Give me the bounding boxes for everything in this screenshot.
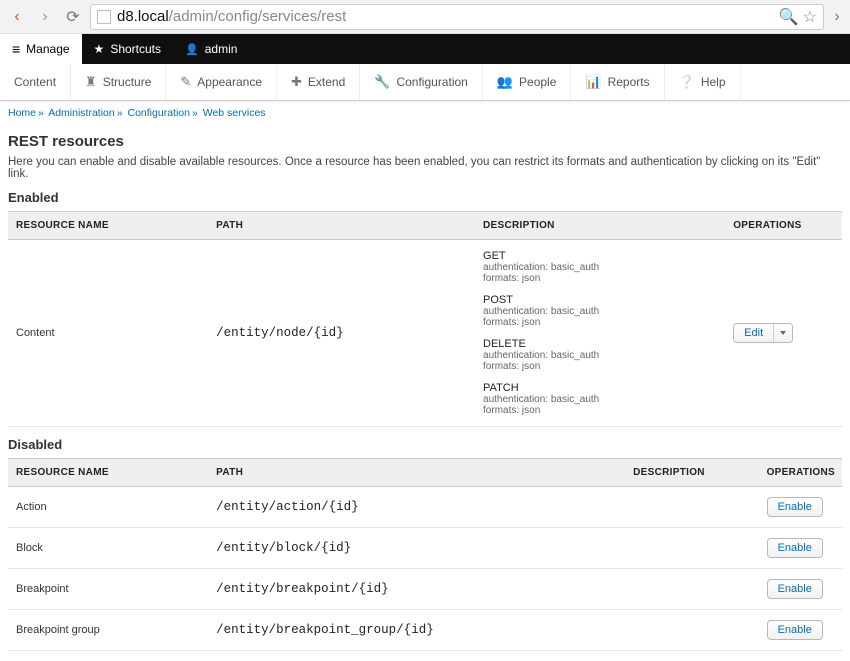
reports-icon: 📊 [585,74,601,90]
user-icon [185,42,199,56]
menu-content[interactable]: Content [0,64,71,100]
col-desc: DESCRIPTION [625,459,758,487]
resource-description: GET authentication: basic_auth formats: … [475,240,725,427]
edit-split-button: Edit [733,323,793,343]
enabled-table: RESOURCE NAME PATH DESCRIPTION OPERATION… [8,211,842,427]
resource-name: Block [8,528,208,569]
table-row: Block /entity/block/{id} Enable [8,528,842,569]
table-row: Content /entity/node/{id} GET authentica… [8,240,842,427]
method-verb: POST [483,294,717,306]
page-title: REST resources [8,133,842,150]
people-icon: 👥 [497,74,513,90]
toolbar-manage[interactable]: Manage [0,34,82,64]
overflow-button[interactable]: › [830,8,844,26]
toolbar-shortcuts[interactable]: Shortcuts [82,34,173,64]
method-auth: authentication: basic_auth [483,394,717,405]
method-format: formats: json [483,317,717,328]
col-ops: OPERATIONS [725,212,842,240]
zoom-icon[interactable]: 🔍 [779,7,799,27]
menu-help[interactable]: ❔Help [665,64,741,100]
browser-chrome: ‹ › ⟳ d8.local/admin/config/services/res… [0,0,850,34]
section-enabled-heading: Enabled [8,190,842,205]
disabled-table: RESOURCE NAME PATH DESCRIPTION OPERATION… [8,458,842,651]
hierarchy-icon: ♜ [85,74,97,90]
enable-button[interactable]: Enable [767,620,823,640]
enable-button[interactable]: Enable [767,579,823,599]
table-row: Breakpoint group /entity/breakpoint_grou… [8,610,842,651]
col-path: PATH [208,212,475,240]
col-ops: OPERATIONS [759,459,842,487]
menu-structure[interactable]: ♜Structure [71,64,166,100]
enable-button[interactable]: Enable [767,497,823,517]
toolbar-shortcuts-label: Shortcuts [110,42,161,56]
help-icon: ❔ [679,74,695,90]
wrench-icon: 🔧 [374,74,390,90]
crumb-home[interactable]: Home [8,107,36,119]
section-disabled-heading: Disabled [8,437,842,452]
breadcrumb: Home» Administration» Configuration» Web… [0,101,850,123]
col-desc: DESCRIPTION [475,212,725,240]
star-icon [94,42,105,56]
col-name: RESOURCE NAME [8,212,208,240]
page-intro: Here you can enable and disable availabl… [8,156,842,180]
resource-path: /entity/node/{id} [208,240,475,427]
back-button[interactable]: ‹ [6,6,28,28]
resource-path: /entity/breakpoint/{id} [208,569,625,610]
method-auth: authentication: basic_auth [483,350,717,361]
menu-appearance[interactable]: ✎Appearance [166,64,277,100]
method-format: formats: json [483,361,717,372]
crumb-web-services[interactable]: Web services [203,107,266,119]
method-verb: GET [483,250,717,262]
col-path: PATH [208,459,625,487]
table-row: Action /entity/action/{id} Enable [8,487,842,528]
method-verb: DELETE [483,338,717,350]
bookmark-icon[interactable]: ☆ [803,7,817,27]
reload-button[interactable]: ⟳ [62,6,84,28]
menu-configuration[interactable]: 🔧Configuration [360,64,483,100]
resource-name: Breakpoint [8,569,208,610]
edit-dropdown[interactable] [773,324,792,342]
method-auth: authentication: basic_auth [483,306,717,317]
edit-button[interactable]: Edit [734,324,773,342]
brush-icon: ✎ [180,74,191,90]
resource-path: /entity/action/{id} [208,487,625,528]
method-format: formats: json [483,273,717,284]
resource-name: Breakpoint group [8,610,208,651]
toolbar-manage-label: Manage [26,42,69,56]
method-verb: PATCH [483,382,717,394]
toolbar-user[interactable]: admin [173,34,249,64]
page-content: REST resources Here you can enable and d… [0,123,850,661]
admin-toolbar: Manage Shortcuts admin [0,34,850,64]
url-path: /admin/config/services/rest [169,8,347,25]
crumb-administration[interactable]: Administration [48,107,115,119]
method-auth: authentication: basic_auth [483,262,717,273]
resource-path: /entity/block/{id} [208,528,625,569]
method-format: formats: json [483,405,717,416]
resource-name: Content [8,240,208,427]
menu-reports[interactable]: 📊Reports [571,64,664,100]
toolbar-user-label: admin [205,42,238,56]
page-icon [97,10,111,24]
url-host: d8.local [117,8,169,25]
enable-button[interactable]: Enable [767,538,823,558]
menu-extend[interactable]: ✚Extend [277,64,360,100]
puzzle-icon: ✚ [291,74,302,90]
crumb-configuration[interactable]: Configuration [128,107,190,119]
resource-name: Action [8,487,208,528]
menu-people[interactable]: 👥People [483,64,572,100]
table-row: Breakpoint /entity/breakpoint/{id} Enabl… [8,569,842,610]
url-bar[interactable]: d8.local/admin/config/services/rest 🔍 ☆ [90,4,824,30]
col-name: RESOURCE NAME [8,459,208,487]
forward-button[interactable]: › [34,6,56,28]
resource-path: /entity/breakpoint_group/{id} [208,610,625,651]
admin-menu: Content ♜Structure ✎Appearance ✚Extend 🔧… [0,64,850,101]
